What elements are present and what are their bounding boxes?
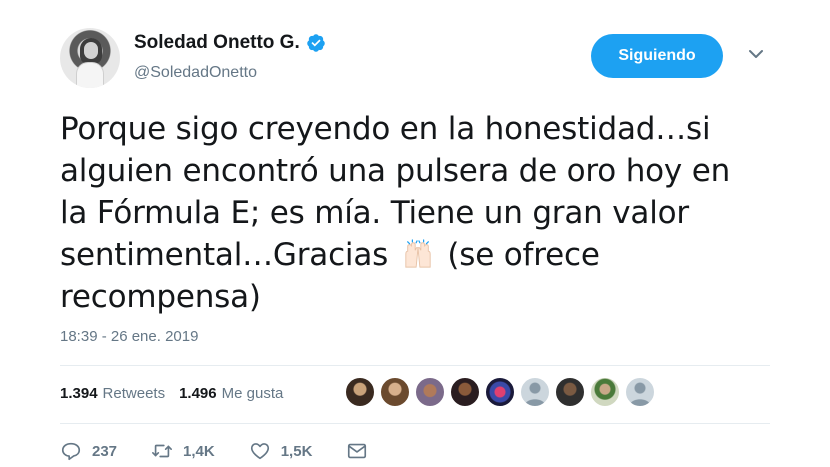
tweet-text-line: la Fórmula E; es mía. Tiene un gran valo… bbox=[60, 195, 689, 231]
liker-avatars bbox=[345, 377, 660, 407]
default-avatar-icon[interactable] bbox=[520, 377, 550, 407]
liker-avatar[interactable] bbox=[450, 377, 480, 407]
tweet-text-segment: sentimental…Gracias bbox=[60, 237, 389, 273]
author-name[interactable]: Soledad Onetto G. bbox=[134, 32, 300, 54]
author-name-row: Soledad Onetto G. bbox=[134, 32, 326, 54]
envelope-icon bbox=[348, 443, 367, 459]
verified-badge-icon bbox=[306, 34, 325, 52]
author-avatar[interactable] bbox=[60, 28, 120, 88]
tweet-timestamp[interactable]: 18:39 - 26 ene. 2019 bbox=[60, 328, 198, 345]
reply-count: 237 bbox=[92, 442, 118, 460]
likes-label: Me gusta bbox=[221, 385, 284, 402]
retweet-button[interactable]: 1,4K bbox=[151, 440, 215, 462]
direct-message-button[interactable] bbox=[346, 440, 378, 462]
divider bbox=[60, 423, 770, 424]
tweet-text: Porque sigo creyendo en la honestidad…si… bbox=[60, 108, 780, 318]
liker-avatar[interactable] bbox=[590, 377, 620, 407]
retweets-count: 1.394 bbox=[60, 385, 98, 402]
tweet-text-line: recompensa) bbox=[60, 279, 261, 315]
liker-avatar[interactable] bbox=[380, 377, 410, 407]
liker-avatar[interactable] bbox=[485, 377, 515, 407]
tweet-card: Soledad Onetto G. @SoledadOnetto Siguien… bbox=[0, 0, 830, 467]
tweet-text-line: alguien encontró una pulsera de oro hoy … bbox=[60, 153, 731, 189]
following-button[interactable]: Siguiendo bbox=[591, 34, 723, 78]
retweets-stat[interactable]: 1.394 Retweets bbox=[60, 385, 165, 402]
tweet-actions: 237 1,4K 1,5K bbox=[60, 440, 412, 462]
retweet-count: 1,4K bbox=[183, 442, 215, 460]
reply-icon bbox=[61, 442, 81, 461]
divider bbox=[60, 365, 770, 366]
reply-button[interactable]: 237 bbox=[60, 440, 117, 462]
retweet-icon bbox=[152, 444, 173, 458]
retweets-label: Retweets bbox=[102, 385, 166, 402]
tweet-text-segment: (se ofrece bbox=[447, 237, 600, 273]
author-handle[interactable]: @SoledadOnetto bbox=[134, 64, 257, 82]
chevron-down-icon[interactable] bbox=[748, 48, 764, 60]
liker-avatar[interactable] bbox=[415, 377, 445, 407]
likes-stat[interactable]: 1.496 Me gusta bbox=[179, 385, 283, 402]
raising-hands-icon bbox=[405, 239, 431, 268]
liker-avatar[interactable] bbox=[345, 377, 375, 407]
heart-icon bbox=[250, 443, 269, 460]
likes-count: 1.496 bbox=[179, 385, 217, 402]
default-avatar-icon[interactable] bbox=[625, 377, 655, 407]
tweet-text-line: sentimental…Gracias (se ofrece bbox=[60, 234, 780, 276]
like-button[interactable]: 1,5K bbox=[249, 440, 313, 462]
liker-avatar[interactable] bbox=[555, 377, 585, 407]
like-count: 1,5K bbox=[280, 442, 313, 460]
tweet-text-line: Porque sigo creyendo en la honestidad…si bbox=[60, 111, 711, 147]
tweet-stats: 1.394 Retweets 1.496 Me gusta bbox=[60, 385, 297, 402]
